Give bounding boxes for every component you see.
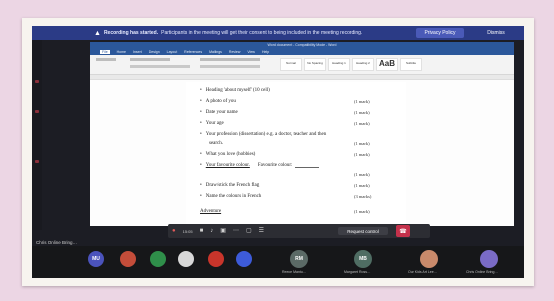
ruler — [90, 75, 514, 80]
participant-name: Margaret Ross… — [344, 270, 371, 274]
left-rail — [32, 40, 42, 230]
alignment-buttons[interactable] — [200, 65, 260, 68]
list-item-continuation: search. — [209, 141, 224, 146]
tab-design[interactable]: Design — [149, 50, 160, 54]
word-ribbon: Normal No Spacing Heading 1 Heading 2 Aa… — [90, 55, 514, 75]
participants-icon[interactable]: ☰ — [259, 228, 264, 234]
tab-home[interactable]: Home — [117, 50, 126, 54]
style-no-spacing[interactable]: No Spacing — [304, 58, 326, 71]
style-subtitle[interactable]: Subtitle — [400, 58, 422, 71]
photo-frame: ▲ Recording has started. Participants in… — [22, 18, 534, 286]
presenter-name: Chris Online Bring… — [36, 240, 78, 245]
recording-banner: ▲ Recording has started. Participants in… — [32, 26, 524, 40]
tab-insert[interactable]: Insert — [133, 50, 142, 54]
paste-button[interactable] — [96, 58, 116, 61]
list-item: • Heading 'about myself' (10 cell) — [200, 88, 270, 93]
list-item: • Draw/stick the French flag — [200, 183, 260, 188]
mark-label: (1 mark) — [354, 172, 370, 177]
avatar[interactable] — [236, 251, 252, 267]
mark-label: (1 mark) — [354, 209, 370, 214]
document-page: • Heading 'about myself' (10 cell) • A pho… — [186, 82, 406, 226]
font-name-box[interactable] — [130, 58, 170, 61]
meeting-controls-bar: ● 15:05 ■ ♪ ▣ ⋯ ▢ ☰ Request control ☎ — [168, 224, 430, 238]
section-heading: Adventure — [200, 209, 222, 214]
meeting-timer: 15:05 — [182, 228, 193, 234]
rail-item[interactable] — [35, 110, 39, 113]
tab-view[interactable]: View — [247, 50, 255, 54]
hang-up-icon[interactable]: ☎ — [396, 225, 410, 237]
avatar[interactable]: RM — [290, 250, 308, 268]
mark-label: (3 marks) — [354, 194, 372, 199]
avatar[interactable] — [150, 251, 166, 267]
tab-layout[interactable]: Layout — [167, 50, 178, 54]
chat-icon[interactable]: ▢ — [246, 228, 252, 234]
mark-label: (1 mark) — [354, 121, 370, 126]
more-options-icon[interactable]: ⋯ — [233, 228, 239, 234]
avatar[interactable] — [480, 250, 498, 268]
teams-meeting-screen: ▲ Recording has started. Participants in… — [32, 26, 524, 278]
mark-label: (1 mark) — [354, 141, 370, 146]
avatar[interactable] — [120, 251, 136, 267]
avatar[interactable] — [178, 251, 194, 267]
list-item: • Your age — [200, 121, 224, 126]
rail-item[interactable] — [35, 160, 39, 163]
tab-mailings[interactable]: Mailings — [209, 50, 222, 54]
participant-strip: MU RM Reece Mantu… MB Margaret Ross… Our… — [32, 246, 524, 278]
participant-name: Our Kids Art Lee… — [408, 270, 438, 274]
privacy-policy-button[interactable]: Privacy Policy — [416, 28, 464, 38]
dismiss-button[interactable]: Dismiss — [480, 28, 512, 38]
list-item: • A photo of you — [200, 99, 236, 104]
share-screen-icon[interactable]: ▣ — [220, 228, 226, 234]
tab-review[interactable]: Review — [229, 50, 240, 54]
list-item: • Your favourite colour. Favourite colour: — [200, 163, 320, 168]
style-heading-2[interactable]: Heading 2 — [352, 58, 374, 71]
list-item: • Your profession (dissertation) e.g. a d… — [200, 132, 327, 137]
style-heading-1[interactable]: Heading 1 — [328, 58, 350, 71]
blank-line — [295, 164, 320, 168]
list-item: • Date your name — [200, 110, 238, 115]
mark-label: (1 mark) — [354, 152, 370, 157]
participant-name: Reece Mantu… — [282, 270, 307, 274]
shared-word-window: Word document - Compatibility Mode - Wor… — [90, 42, 514, 226]
word-title-bar: Word document - Compatibility Mode - Wor… — [90, 42, 514, 49]
avatar[interactable]: MB — [354, 250, 372, 268]
banner-message: Participants in the meeting will get the… — [161, 30, 363, 36]
participant-name: Chris Online Bring… — [466, 270, 498, 274]
request-control-button[interactable]: Request control — [338, 227, 388, 235]
avatar[interactable] — [208, 251, 224, 267]
rail-item[interactable] — [35, 80, 39, 83]
paragraph-buttons[interactable] — [200, 58, 260, 61]
font-format-buttons[interactable] — [130, 65, 190, 68]
mark-label: (1 mark) — [354, 183, 370, 188]
tab-help[interactable]: Help — [262, 50, 269, 54]
style-normal[interactable]: Normal — [280, 58, 302, 71]
tab-references[interactable]: References — [184, 50, 202, 54]
list-item: • What you love (hobbies) — [200, 152, 256, 157]
warning-icon: ▲ — [94, 29, 101, 37]
banner-bold-text: Recording has started. — [103, 30, 159, 36]
styles-gallery: Normal No Spacing Heading 1 Heading 2 Aa… — [280, 58, 422, 71]
camera-icon[interactable]: ■ — [200, 228, 204, 234]
avatar[interactable]: MU — [88, 251, 104, 267]
mark-label: (1 mark) — [354, 99, 370, 104]
list-item: • Name the colours in French — [200, 194, 262, 199]
avatar[interactable] — [420, 250, 438, 268]
tab-file[interactable]: File — [100, 50, 110, 54]
microphone-icon[interactable]: ♪ — [210, 228, 213, 234]
style-title[interactable]: AaB — [376, 58, 398, 71]
recording-icon: ● — [172, 228, 176, 234]
mark-label: (1 mark) — [354, 110, 370, 115]
